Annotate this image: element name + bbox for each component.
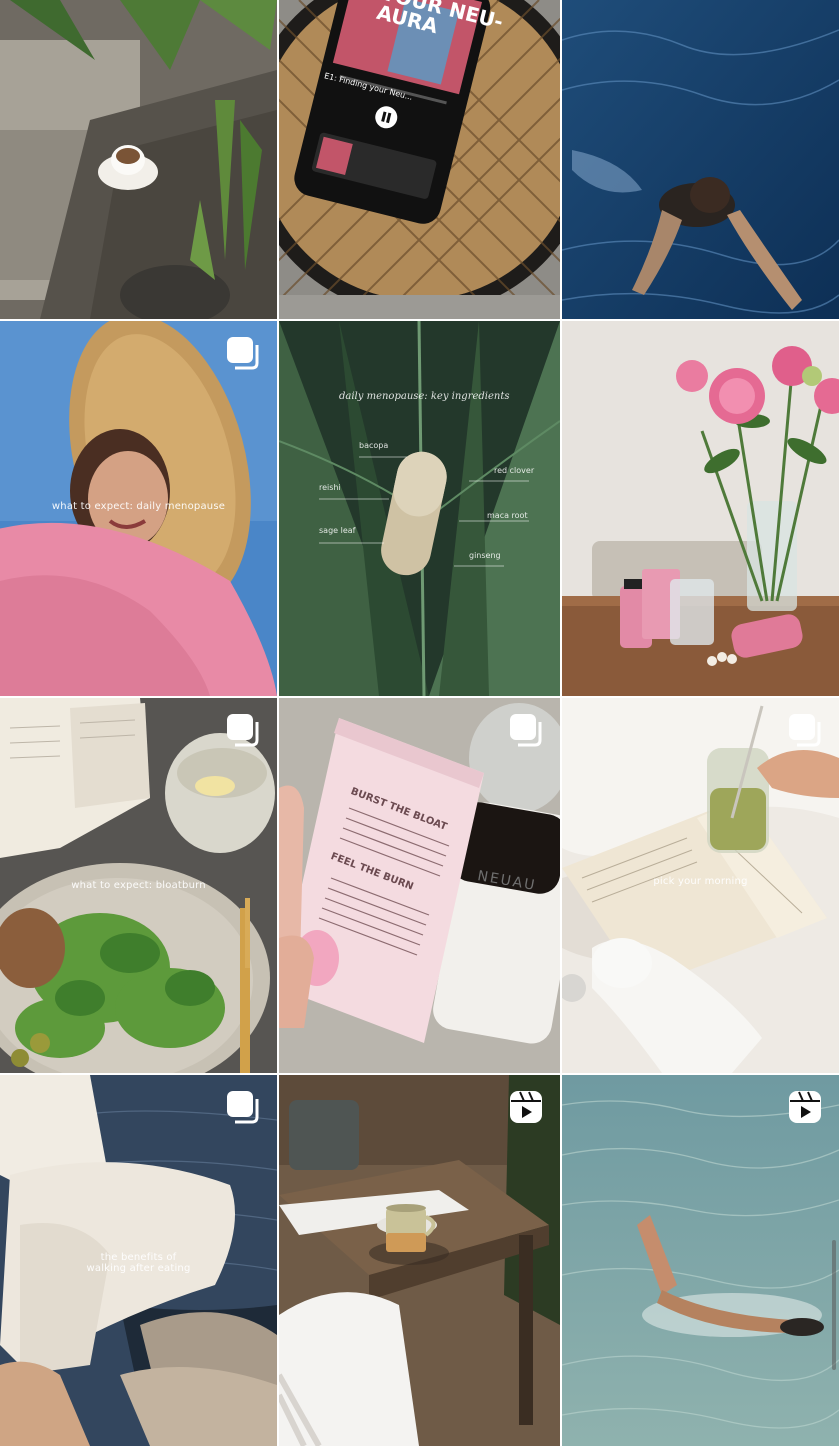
post-caption: what to expect: daily menopause bbox=[51, 501, 226, 512]
post-coffee[interactable] bbox=[0, 0, 277, 319]
ingredient-label: reishi bbox=[319, 483, 341, 492]
swimmer-photo bbox=[562, 0, 839, 319]
post-caption: pick your morning bbox=[653, 876, 748, 887]
tea-table-photo bbox=[279, 1075, 560, 1446]
post-podcast[interactable]: YOUR NEU-AURA E1: Finding your Neu... bbox=[279, 0, 560, 319]
post-sea-swim[interactable] bbox=[562, 1075, 839, 1446]
carousel-icon bbox=[787, 712, 823, 748]
carousel-icon bbox=[225, 712, 261, 748]
carousel-icon bbox=[508, 712, 544, 748]
sea-swim-photo bbox=[562, 1075, 839, 1446]
profile-post-grid: YOUR NEU-AURA E1: Finding your Neu... wh… bbox=[0, 0, 839, 1446]
post-swimmer[interactable] bbox=[562, 0, 839, 319]
caption-line: the benefits of bbox=[100, 1252, 177, 1263]
ingredient-label: bacopa bbox=[359, 441, 389, 450]
post-bloat-box[interactable]: BURST THE BLOAT FEEL THE BURN NEUAU bbox=[279, 698, 560, 1073]
post-tea-table[interactable] bbox=[279, 1075, 560, 1446]
carousel-icon bbox=[225, 335, 261, 371]
ingredient-label: red clover bbox=[494, 466, 535, 475]
ingredient-label: ginseng bbox=[469, 551, 501, 560]
ingredient-label: sage leaf bbox=[319, 526, 356, 535]
coffee-photo bbox=[0, 0, 277, 319]
capsule-photo bbox=[279, 321, 560, 696]
post-capsule[interactable]: daily menopause: key ingredients bacopa … bbox=[279, 321, 560, 696]
carousel-icon bbox=[225, 1089, 261, 1125]
caption-line: walking after eating bbox=[86, 1263, 191, 1274]
ingredient-label: maca root bbox=[487, 511, 528, 520]
scrollbar[interactable] bbox=[832, 1240, 836, 1370]
post-straw-hat[interactable]: what to expect: daily menopause bbox=[0, 321, 277, 696]
post-matcha[interactable]: pick your morning bbox=[562, 698, 839, 1073]
post-caption: what to expect: bloatburn bbox=[71, 880, 206, 891]
post-walking[interactable]: the benefits of walking after eating bbox=[0, 1075, 277, 1446]
post-salad[interactable]: what to expect: bloatburn bbox=[0, 698, 277, 1073]
peonies-photo bbox=[562, 321, 839, 696]
reel-icon bbox=[508, 1089, 544, 1125]
post-peonies[interactable] bbox=[562, 321, 839, 696]
post-caption: the benefits of walking after eating bbox=[0, 1252, 277, 1274]
capsule-title: daily menopause: key ingredients bbox=[339, 391, 510, 402]
reel-icon bbox=[787, 1089, 823, 1125]
